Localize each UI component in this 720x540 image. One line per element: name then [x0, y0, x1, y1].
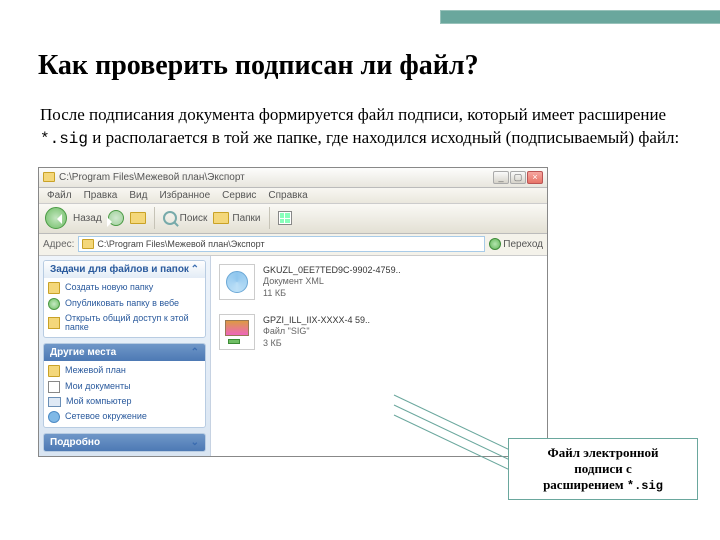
- details-panel: Подробно⌄: [43, 433, 206, 452]
- file-name: GPZI_ILL_IIX-XXXX-4 59..: [263, 315, 370, 325]
- folders-icon: [213, 212, 229, 224]
- close-button[interactable]: ×: [527, 171, 543, 184]
- places-panel-header[interactable]: Другие места⌃: [44, 344, 205, 361]
- file-size: 3 КБ: [263, 338, 370, 348]
- details-panel-header[interactable]: Подробно⌄: [44, 434, 205, 451]
- places-panel: Другие места⌃ Межевой план Мои документы…: [43, 343, 206, 428]
- back-label[interactable]: Назад: [73, 213, 102, 224]
- documents-icon: [48, 381, 60, 393]
- callout-extension: *.sig: [627, 479, 663, 493]
- sig-file-icon: [219, 314, 255, 350]
- chevron-up-icon: ⌃: [191, 347, 199, 358]
- callout-line1: Файл электронной: [548, 445, 659, 460]
- place-docs[interactable]: Мои документы: [48, 381, 201, 393]
- header-accent-bar: [440, 10, 720, 24]
- address-field[interactable]: C:\Program Files\Межевой план\Экспорт: [78, 236, 485, 252]
- toolbar: Назад Поиск Папки: [39, 204, 547, 234]
- go-arrow-icon: [489, 238, 501, 250]
- menu-file[interactable]: Файл: [47, 190, 72, 201]
- task-share[interactable]: Открыть общий доступ к этой папке: [48, 314, 201, 334]
- body-suffix: и располагается в той же папке, где нахо…: [88, 128, 679, 147]
- menu-tools[interactable]: Сервис: [222, 190, 256, 201]
- up-button[interactable]: [130, 212, 146, 224]
- tasks-panel-header[interactable]: Задачи для файлов и папок⌃: [44, 261, 205, 278]
- chevron-down-icon: ⌄: [191, 437, 199, 448]
- maximize-button[interactable]: ▢: [510, 171, 526, 184]
- minimize-button[interactable]: _: [493, 171, 509, 184]
- tasks-panel: Задачи для файлов и папок⌃ Создать новую…: [43, 260, 206, 339]
- back-button[interactable]: [45, 207, 67, 229]
- titlebar: C:\Program Files\Межевой план\Экспорт _ …: [39, 168, 547, 188]
- task-new-folder[interactable]: Создать новую папку: [48, 282, 201, 294]
- slide-title: Как проверить подписан ли файл?: [38, 50, 684, 82]
- folder-icon: [43, 172, 55, 182]
- view-mode-button[interactable]: [278, 211, 292, 225]
- share-icon: [48, 317, 60, 329]
- menubar: Файл Правка Вид Избранное Сервис Справка: [39, 188, 547, 204]
- search-icon: [163, 211, 177, 225]
- address-bar: Адрес: C:\Program Files\Межевой план\Экс…: [39, 234, 547, 256]
- computer-icon: [48, 397, 61, 407]
- globe-icon: [48, 298, 60, 310]
- xml-file-icon: [219, 264, 255, 300]
- file-listing: GKUZL_0EE7TED9C-9902-4759.. Документ XML…: [211, 256, 547, 456]
- folders-button[interactable]: Папки: [213, 212, 260, 224]
- slide-body: После подписания документа формируется ф…: [40, 104, 680, 151]
- forward-button[interactable]: [108, 210, 124, 226]
- callout-box: Файл электронной подписи с расширением *…: [508, 438, 698, 500]
- menu-fav[interactable]: Избранное: [159, 190, 210, 201]
- address-value: C:\Program Files\Межевой план\Экспорт: [97, 239, 264, 249]
- menu-help[interactable]: Справка: [268, 190, 307, 201]
- file-size: 11 КБ: [263, 288, 401, 298]
- sidebar: Задачи для файлов и папок⌃ Создать новую…: [39, 256, 211, 456]
- window-title: C:\Program Files\Межевой план\Экспорт: [59, 172, 489, 183]
- file-sig[interactable]: GPZI_ILL_IIX-XXXX-4 59.. Файл "SIG" 3 КБ: [219, 314, 539, 350]
- new-folder-icon: [48, 282, 60, 294]
- task-publish[interactable]: Опубликовать папку в вебе: [48, 298, 201, 310]
- file-xml[interactable]: GKUZL_0EE7TED9C-9902-4759.. Документ XML…: [219, 264, 539, 300]
- place-network[interactable]: Сетевое окружение: [48, 411, 201, 423]
- explorer-window: C:\Program Files\Межевой план\Экспорт _ …: [38, 167, 548, 457]
- body-extension: *.sig: [40, 130, 88, 148]
- window-controls: _ ▢ ×: [493, 171, 543, 184]
- go-button[interactable]: Переход: [489, 238, 543, 250]
- network-icon: [48, 411, 60, 423]
- callout-line3-prefix: расширением: [543, 477, 627, 492]
- folder-icon: [48, 365, 60, 377]
- file-name: GKUZL_0EE7TED9C-9902-4759..: [263, 265, 401, 275]
- file-type: Файл "SIG": [263, 326, 370, 336]
- menu-edit[interactable]: Правка: [84, 190, 118, 201]
- address-label: Адрес:: [43, 239, 74, 250]
- folder-icon: [82, 239, 94, 249]
- file-type: Документ XML: [263, 276, 401, 286]
- body-prefix: После подписания документа формируется ф…: [40, 105, 666, 124]
- search-button[interactable]: Поиск: [163, 211, 208, 225]
- place-mezh[interactable]: Межевой план: [48, 365, 201, 377]
- place-computer[interactable]: Мой компьютер: [48, 397, 201, 407]
- chevron-up-icon: ⌃: [191, 264, 199, 275]
- callout-line2: подписи с: [574, 461, 631, 476]
- menu-view[interactable]: Вид: [129, 190, 147, 201]
